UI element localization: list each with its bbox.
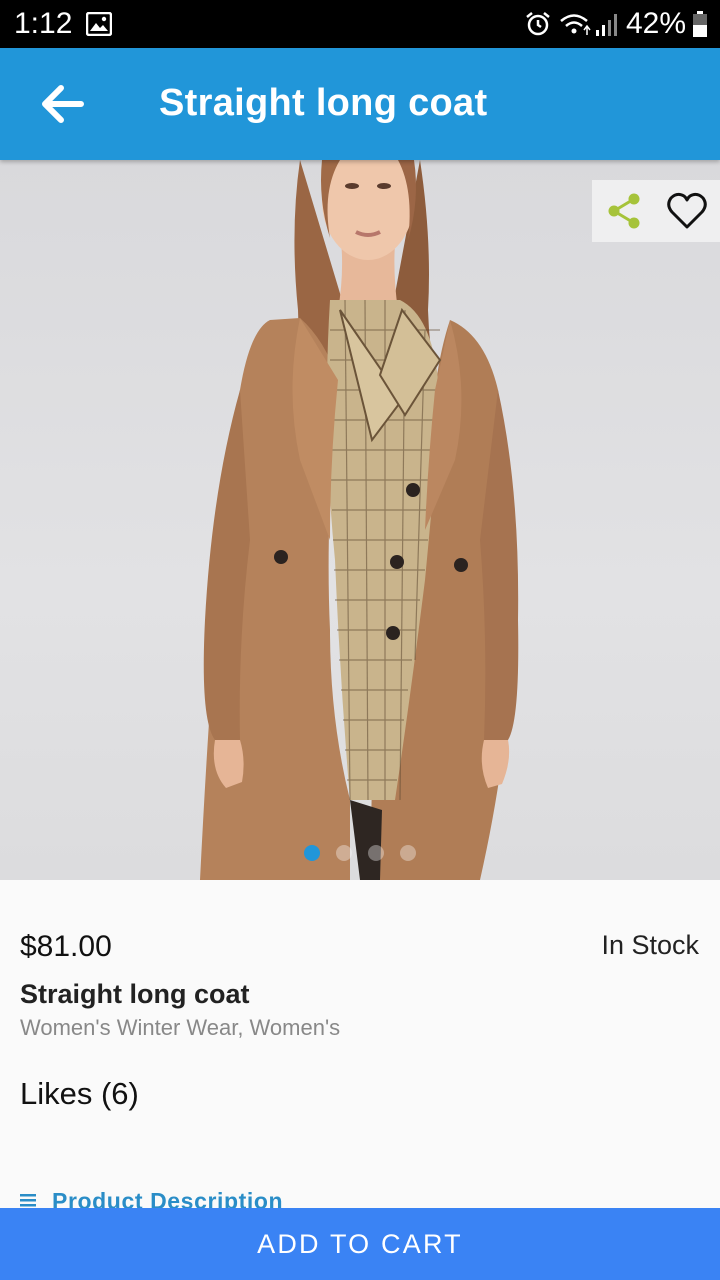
image-actions	[592, 180, 720, 242]
status-bar: 1:12 42%	[0, 0, 720, 48]
alarm-icon	[526, 12, 550, 36]
heart-outline-icon[interactable]	[666, 191, 708, 231]
app-bar: Straight long coat	[0, 48, 720, 160]
product-image-carousel[interactable]	[0, 160, 720, 880]
arrow-left-icon	[42, 85, 84, 123]
status-icons: 42%	[524, 7, 708, 41]
carousel-dot[interactable]	[304, 845, 320, 861]
carousel-dot[interactable]	[368, 845, 384, 861]
carousel-indicator	[0, 845, 720, 861]
product-name: Straight long coat	[20, 979, 250, 1009]
likes-count: Likes (6)	[20, 1076, 139, 1111]
page-title: Straight long coat	[159, 82, 488, 124]
share-icon[interactable]	[604, 191, 644, 231]
signal-icon	[595, 14, 617, 36]
battery-percent: 42%	[625, 7, 686, 40]
carousel-dot[interactable]	[336, 845, 352, 861]
status-time: 1:12	[14, 7, 73, 40]
product-categories: Women's Winter Wear, Women's	[20, 1015, 341, 1040]
product-price: $81.00	[20, 930, 112, 963]
product-image	[200, 160, 519, 880]
carousel-dot[interactable]	[400, 845, 416, 861]
add-to-cart-button[interactable]: ADD TO CART	[0, 1208, 720, 1280]
gallery-notification-icon	[86, 12, 112, 36]
battery-icon	[693, 11, 707, 37]
wifi-icon	[560, 14, 591, 35]
stock-status: In Stock	[601, 930, 699, 960]
back-button[interactable]	[30, 76, 94, 132]
